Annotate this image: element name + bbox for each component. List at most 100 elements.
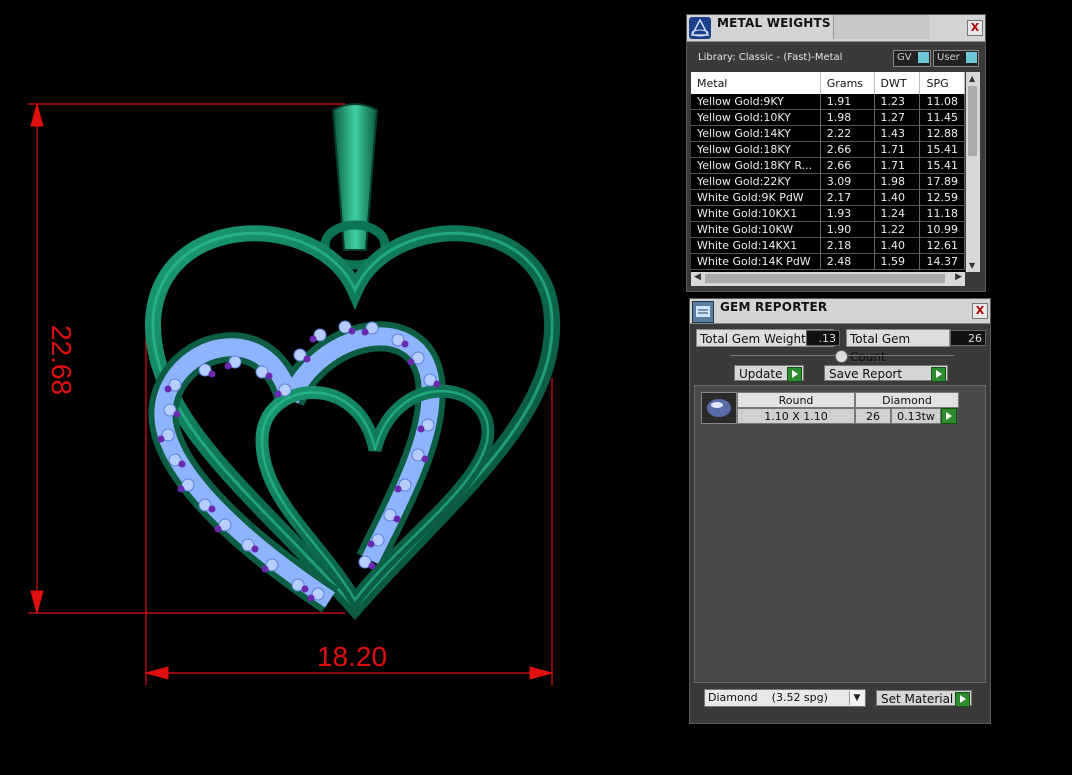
table-row[interactable]: Yellow Gold:18KY 2.66 1.71 15.41 [691, 141, 965, 158]
table-cell: 11.18 [919, 205, 965, 222]
scroll-down-icon: ▼ [969, 261, 976, 270]
table-row[interactable]: Yellow Gold:18KY R... 2.66 1.71 15.41 [691, 157, 965, 174]
gem-cut: Round [737, 392, 855, 408]
table-cell: 2.66 [820, 157, 875, 174]
gv-toggle[interactable]: GV [893, 50, 931, 67]
table-cell: 11.45 [919, 109, 965, 126]
prong [177, 485, 185, 493]
prong [348, 327, 356, 335]
gem-material: Diamond [855, 392, 959, 408]
table-cell: Yellow Gold:18KY R... [691, 157, 821, 174]
table-cell: 1.23 [874, 94, 921, 110]
prong [178, 460, 186, 468]
table-cell: 1.24 [874, 205, 921, 222]
table-row[interactable]: White Gold:10KW 1.90 1.22 10.99 [691, 221, 965, 238]
prong [164, 385, 172, 393]
table-cell: 1.93 [820, 205, 875, 222]
prong [301, 585, 309, 593]
column-header-grams[interactable]: Grams [820, 72, 875, 94]
table-cell: White Gold:14KX1 [691, 237, 821, 254]
table-cell: 12.88 [919, 125, 965, 142]
prong [261, 565, 269, 573]
prong [394, 485, 402, 493]
metal-table-horizontal-scrollbar[interactable]: ◀ ▶ [691, 272, 965, 286]
prong [361, 328, 369, 336]
material-select[interactable]: Diamond (3.52 spg) ▼ [704, 689, 866, 707]
prong [157, 435, 165, 443]
prong [433, 380, 441, 388]
set-material-button[interactable]: Set Material [876, 690, 972, 707]
table-cell: 1.40 [874, 189, 921, 206]
column-header-spg[interactable]: SPG [919, 72, 965, 94]
viewport[interactable]: 22.68 18.20 [0, 0, 690, 771]
update-button[interactable]: Update [734, 365, 804, 382]
user-toggle[interactable]: User [933, 50, 979, 67]
table-cell: 1.59 [874, 253, 921, 270]
library-label: Library: Classic - (Fast)-Metal [698, 52, 843, 63]
collapse-toggle-icon[interactable] [835, 350, 848, 363]
scroll-right-icon: ▶ [955, 272, 962, 282]
table-cell: 12.59 [919, 189, 965, 206]
metal-table-vertical-scrollbar[interactable]: ▲ ▼ [966, 72, 980, 272]
prong [265, 372, 273, 380]
gem-reporter-panel: GEM REPORTER X Total Gem Weight .13 Tota… [689, 298, 991, 724]
total-gem-weight-value: .13 [806, 330, 840, 346]
table-cell: 1.98 [820, 109, 875, 126]
table-cell: 11.08 [919, 94, 965, 110]
gem-reporter-close-button[interactable]: X [972, 303, 988, 319]
dimension-height-label: 22.68 [46, 325, 77, 395]
gem-select-button[interactable] [941, 408, 957, 424]
play-icon [931, 367, 946, 382]
table-row[interactable]: White Gold:14K PdW 2.48 1.59 14.37 [691, 253, 965, 270]
prong [307, 594, 315, 602]
table-cell: 17.89 [919, 173, 965, 190]
table-cell: Yellow Gold:22KY [691, 173, 821, 190]
table-cell: Yellow Gold:14KY [691, 125, 821, 142]
table-row[interactable]: Yellow Gold:14KY 2.22 1.43 12.88 [691, 125, 965, 142]
table-row[interactable]: White Gold:9K PdW 2.17 1.40 12.59 [691, 189, 965, 206]
play-icon [787, 367, 802, 382]
gem-weight: 0.13tw [891, 408, 941, 424]
metal-weights-table[interactable]: Metal Grams DWT SPG Yellow Gold:9KY 1.91 1… [691, 72, 965, 272]
scroll-left-icon: ◀ [694, 272, 701, 282]
table-cell: White Gold:10KX1 [691, 205, 821, 222]
table-cell: 1.71 [874, 157, 921, 174]
prong [393, 515, 401, 523]
table-cell: 12.61 [919, 237, 965, 254]
gem-count: 26 [855, 408, 891, 424]
table-row[interactable]: White Gold:14KX1 2.18 1.40 12.61 [691, 237, 965, 254]
scroll-up-icon: ▲ [969, 74, 976, 83]
table-cell: 2.18 [820, 237, 875, 254]
save-report-button[interactable]: Save Report [824, 365, 948, 382]
prong [309, 335, 317, 343]
column-header-metal[interactable]: Metal [691, 72, 821, 94]
table-cell: 15.41 [919, 157, 965, 174]
gem-thumbnail[interactable] [701, 392, 737, 424]
table-row[interactable]: White Gold:10KX1 1.93 1.24 11.18 [691, 205, 965, 222]
metal-weights-title: METAL WEIGHTS [717, 16, 831, 30]
prong [173, 410, 181, 418]
prong [368, 562, 376, 570]
metal-weights-titlebar[interactable]: METAL WEIGHTS X [687, 15, 985, 42]
prong [214, 525, 222, 533]
total-gem-count-label: Total Gem Count [846, 329, 950, 364]
table-cell: White Gold:14K PdW [691, 253, 821, 270]
metal-weights-icon [689, 17, 711, 39]
prong [251, 545, 259, 553]
prong [417, 425, 425, 433]
prong [224, 362, 232, 370]
gem-list-area[interactable]: Round 1.10 X 1.10 Diamond 26 0.13tw [694, 385, 986, 683]
prong [421, 455, 429, 463]
table-cell: White Gold:9K PdW [691, 189, 821, 206]
gem-reporter-titlebar[interactable]: GEM REPORTER X [690, 299, 990, 324]
table-row[interactable]: Yellow Gold:9KY 1.91 1.23 11.08 [691, 94, 965, 110]
table-row[interactable]: Yellow Gold:22KY 3.09 1.98 17.89 [691, 173, 965, 190]
table-row[interactable]: Yellow Gold:10KY 1.98 1.27 11.45 [691, 109, 965, 126]
table-cell: White Gold:10KW [691, 221, 821, 238]
total-gem-count-value: 26 [950, 330, 986, 346]
prong [208, 370, 216, 378]
table-cell: 2.17 [820, 189, 875, 206]
table-cell: 15.41 [919, 141, 965, 158]
metal-weights-close-button[interactable]: X [967, 20, 983, 36]
column-header-dwt[interactable]: DWT [874, 72, 921, 94]
